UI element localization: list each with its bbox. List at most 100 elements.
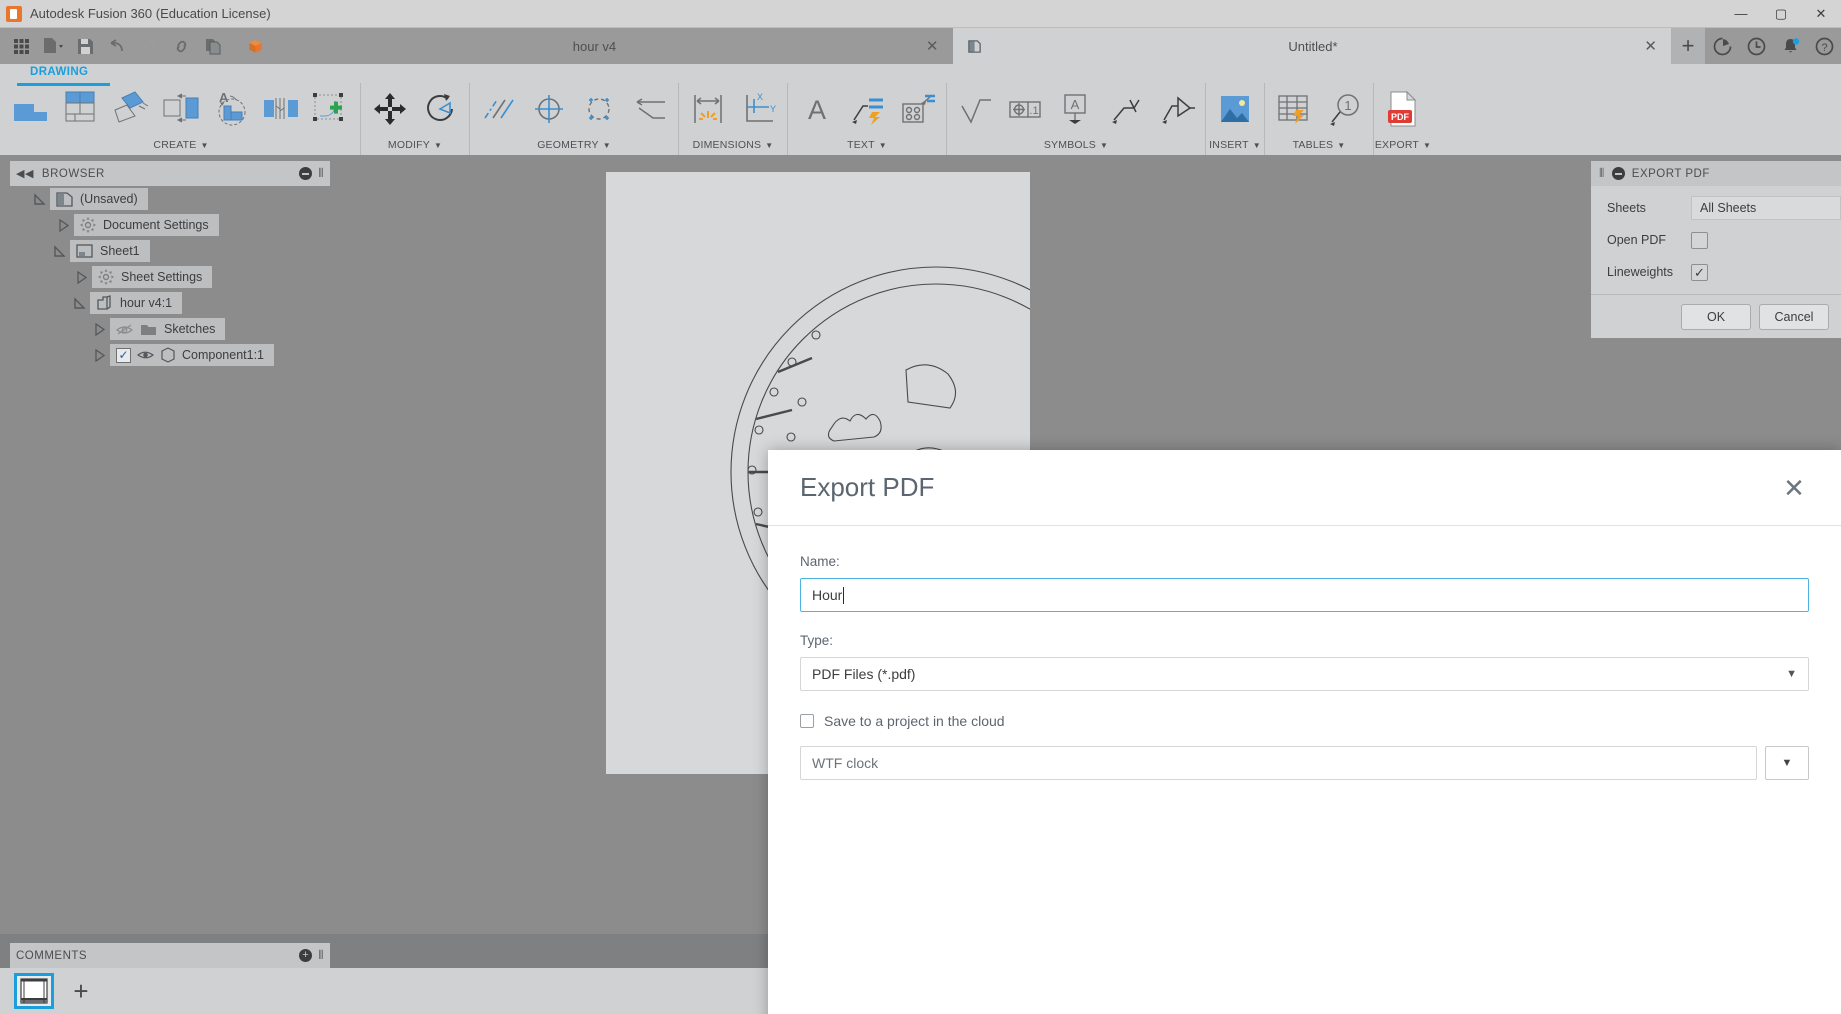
origin-button[interactable]: X Y [733, 84, 783, 134]
center-mark-button[interactable] [524, 84, 574, 134]
edge-extension-button[interactable] [624, 84, 674, 134]
dimension-button[interactable] [683, 84, 733, 134]
ribbon-tab-drawing[interactable]: DRAWING [16, 64, 102, 83]
export-pdf-palette-header[interactable]: ⦀ EXPORT PDF [1591, 161, 1841, 186]
recent-activity-icon[interactable] [1739, 28, 1773, 64]
document-tab-hour-v4[interactable]: hour v4 ✕ [234, 28, 953, 64]
new-document-tab-button[interactable]: + [1671, 28, 1705, 64]
datum-identifier-button[interactable]: A [1051, 84, 1101, 134]
type-select[interactable]: PDF Files (*.pdf) ▼ [800, 657, 1809, 691]
chevron-down-icon: ▼ [603, 141, 611, 150]
close-icon[interactable]: ✕ [1644, 37, 1657, 55]
rotate-view-button[interactable] [415, 84, 465, 134]
close-window-button[interactable]: ✕ [1801, 0, 1841, 27]
expander-down-icon[interactable] [48, 245, 70, 258]
palette-cancel-button[interactable]: Cancel [1759, 304, 1829, 330]
drag-grip-icon[interactable]: ⦀ [1599, 166, 1605, 181]
ribbon-group-label[interactable]: DIMENSIONS▼ [679, 135, 787, 155]
ribbon-group-label[interactable]: SYMBOLS▼ [947, 135, 1205, 155]
new-sketch-button[interactable] [306, 84, 356, 134]
ribbon-group-label[interactable]: CREATE▼ [2, 135, 360, 155]
expander-right-icon[interactable] [88, 349, 110, 362]
help-icon[interactable]: ? [1807, 28, 1841, 64]
app-grid-icon[interactable] [6, 32, 36, 60]
copy-icon[interactable] [198, 32, 228, 60]
section-view-button[interactable] [156, 84, 206, 134]
job-status-icon[interactable] [1705, 28, 1739, 64]
ribbon-group-label[interactable]: EXPORT▼ [1374, 135, 1432, 155]
ribbon-group-label[interactable]: GEOMETRY▼ [470, 135, 678, 155]
browser-panel-header[interactable]: ◀◀ BROWSER ⦀ [10, 161, 330, 186]
expander-down-icon[interactable] [68, 297, 90, 310]
ribbon-group-text: A TEXT▼ [787, 83, 946, 155]
weld-symbol-button[interactable] [1101, 84, 1151, 134]
add-comment-icon[interactable]: + [299, 949, 312, 962]
minimize-window-button[interactable]: — [1721, 0, 1761, 27]
move-view-button[interactable] [365, 84, 415, 134]
minimize-icon[interactable] [1612, 167, 1625, 180]
tree-item-document-settings[interactable]: Document Settings [10, 212, 330, 238]
balloon-button[interactable]: 1 [1319, 84, 1369, 134]
new-file-icon[interactable] [38, 32, 68, 60]
expander-right-icon[interactable] [88, 323, 110, 336]
expander-right-icon[interactable] [70, 271, 92, 284]
break-view-button[interactable] [256, 84, 306, 134]
detail-view-button[interactable]: A [206, 84, 256, 134]
export-pdf-button[interactable]: PDF [1378, 84, 1428, 134]
notifications-icon[interactable] [1773, 28, 1807, 64]
centerline-button[interactable] [474, 84, 524, 134]
note-button[interactable] [892, 84, 942, 134]
open-pdf-checkbox[interactable] [1691, 232, 1708, 249]
close-icon[interactable]: ✕ [926, 37, 939, 55]
edge-symbol-button[interactable] [1151, 84, 1201, 134]
lineweights-checkbox[interactable]: ✓ [1691, 264, 1708, 281]
surface-texture-button[interactable] [951, 84, 1001, 134]
eye-hidden-icon[interactable] [116, 323, 133, 336]
ribbon-group-label[interactable]: TEXT▼ [788, 135, 946, 155]
comments-panel-header[interactable]: COMMENTS + ⦀ [10, 943, 330, 968]
resize-grip-icon[interactable]: ⦀ [318, 166, 324, 181]
ribbon-group-label[interactable]: TABLES▼ [1265, 135, 1373, 155]
expander-right-icon[interactable] [52, 219, 74, 232]
feature-control-frame-button[interactable]: .1 [1001, 84, 1051, 134]
project-input[interactable]: WTF clock [800, 746, 1757, 780]
collapse-left-icon[interactable]: ◀◀ [16, 167, 34, 180]
cloud-save-row[interactable]: Save to a project in the cloud [800, 713, 1809, 729]
palette-ok-button[interactable]: OK [1681, 304, 1751, 330]
save-icon[interactable] [70, 32, 100, 60]
project-dropdown-button[interactable]: ▼ [1765, 746, 1809, 780]
resize-grip-icon[interactable]: ⦀ [318, 948, 324, 963]
minimize-icon[interactable] [299, 167, 312, 180]
eye-icon[interactable] [137, 349, 154, 361]
table-button[interactable] [1269, 84, 1319, 134]
expander-down-icon[interactable] [28, 193, 50, 206]
ribbon-group-label[interactable]: MODIFY▼ [361, 135, 469, 155]
link-icon[interactable] [166, 32, 196, 60]
visibility-checkbox[interactable]: ✓ [116, 348, 131, 363]
insert-image-button[interactable] [1210, 84, 1260, 134]
leader-text-button[interactable] [842, 84, 892, 134]
center-mark-pattern-button[interactable] [574, 84, 624, 134]
redo-icon[interactable] [134, 32, 164, 60]
close-icon[interactable]: ✕ [1779, 475, 1809, 501]
projected-view-button[interactable] [56, 84, 106, 134]
text-button[interactable]: A [792, 84, 842, 134]
auxiliary-view-button[interactable] [106, 84, 156, 134]
tree-item-sketches[interactable]: Sketches [10, 316, 330, 342]
tree-item-unsaved[interactable]: (Unsaved) [10, 186, 330, 212]
tree-item-hour-v4[interactable]: hour v4:1 [10, 290, 330, 316]
save-to-cloud-checkbox[interactable] [800, 714, 814, 728]
base-view-button[interactable] [6, 84, 56, 134]
ribbon-group-label[interactable]: INSERT▼ [1206, 135, 1264, 155]
maximize-window-button[interactable]: ▢ [1761, 0, 1801, 27]
project-row: WTF clock ▼ [800, 746, 1809, 780]
undo-icon[interactable] [102, 32, 132, 60]
tree-item-sheet-settings[interactable]: Sheet Settings [10, 264, 330, 290]
tree-item-sheet1[interactable]: Sheet1 [10, 238, 330, 264]
name-input[interactable]: Hour [800, 578, 1809, 612]
sheet1-thumbnail[interactable] [14, 973, 54, 1009]
sheets-select[interactable]: All Sheets [1691, 196, 1841, 220]
add-sheet-button[interactable]: + [58, 973, 104, 1009]
document-tab-untitled[interactable]: Untitled* ✕ [953, 28, 1672, 64]
tree-item-component1[interactable]: ✓ Component1:1 [10, 342, 330, 368]
